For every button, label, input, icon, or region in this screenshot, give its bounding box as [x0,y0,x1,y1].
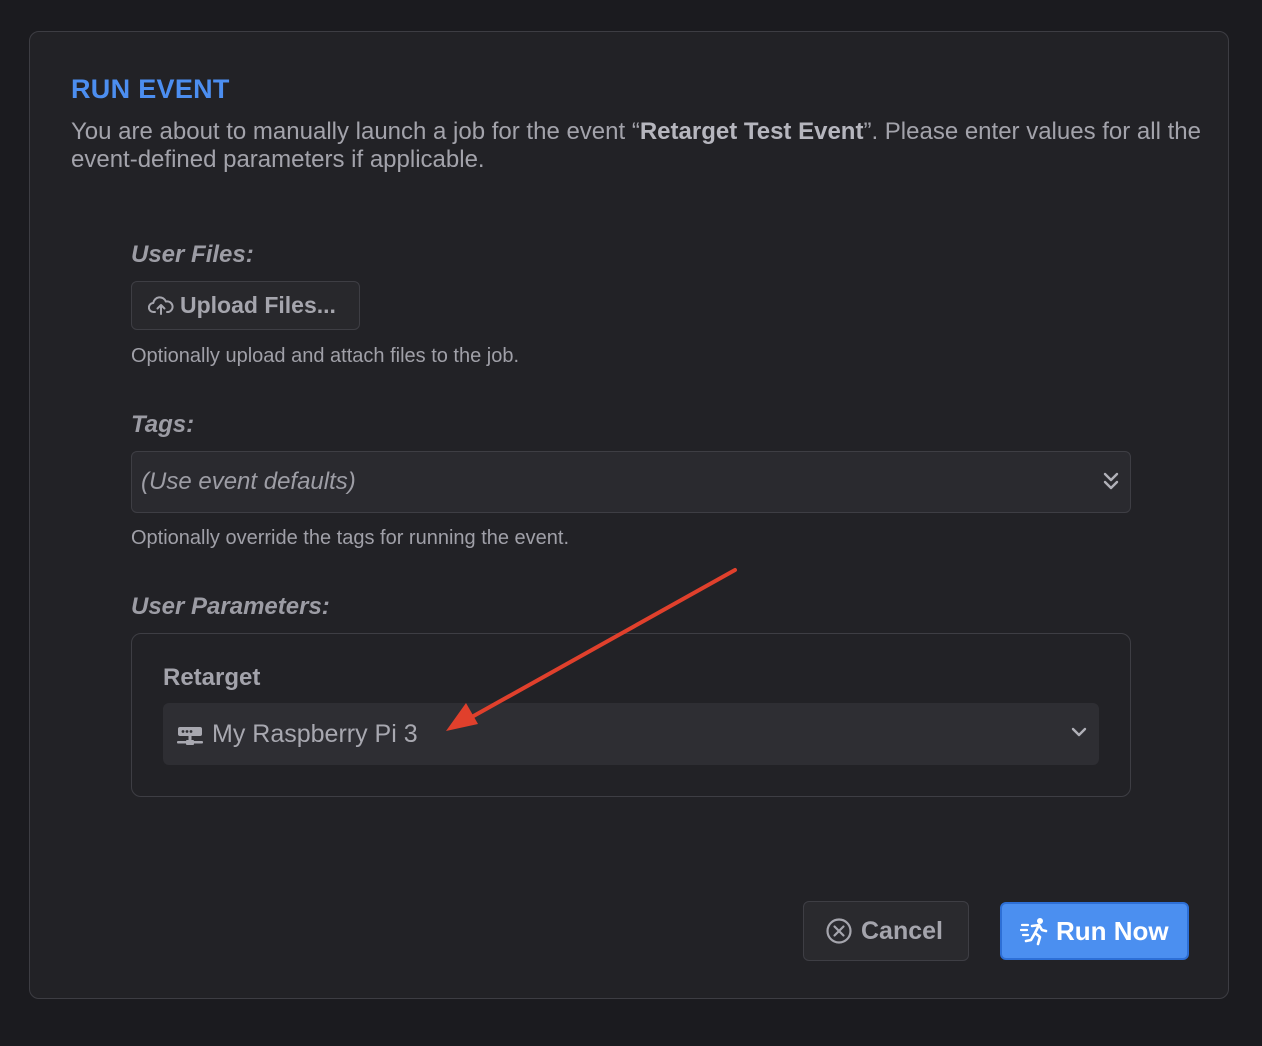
close-circle-icon [826,918,852,944]
upload-files-button[interactable]: Upload Files... [131,281,360,330]
chevron-down-icon [1071,727,1087,737]
user-parameters-box: Retarget My Raspberry Pi 3 [131,633,1131,797]
run-fast-icon [1020,918,1048,946]
run-now-label: Run Now [1056,915,1169,946]
intro-text-start: You are about to manually launch a job f… [71,118,640,145]
chevron-double-down-icon [1103,472,1119,490]
retarget-select[interactable]: My Raspberry Pi 3 [163,703,1099,765]
tags-select[interactable]: (Use event defaults) [131,451,1131,513]
cancel-button[interactable]: Cancel [803,901,969,961]
cancel-label: Cancel [861,916,943,945]
param-retarget-label: Retarget [163,664,261,691]
run-now-button[interactable]: Run Now [1000,902,1189,960]
run-event-dialog: RUN EVENT You are about to manually laun… [29,31,1229,999]
user-files-label: User Files: [131,241,254,268]
user-parameters-label: User Parameters: [131,593,330,620]
tags-caption: Optionally override the tags for running… [131,527,570,549]
upload-files-label: Upload Files... [180,292,336,318]
dialog-title: RUN EVENT [71,74,230,104]
cloud-upload-icon [148,295,174,315]
server-icon [177,727,203,745]
user-files-caption: Optionally upload and attach files to th… [131,345,520,367]
event-name: Retarget Test Event [639,118,864,145]
retarget-selected-value: My Raspberry Pi 3 [212,719,418,748]
tags-selected-value: (Use event defaults) [141,468,356,495]
dialog-intro: You are about to manually launch a job f… [71,118,1201,174]
tags-label: Tags: [131,411,195,438]
